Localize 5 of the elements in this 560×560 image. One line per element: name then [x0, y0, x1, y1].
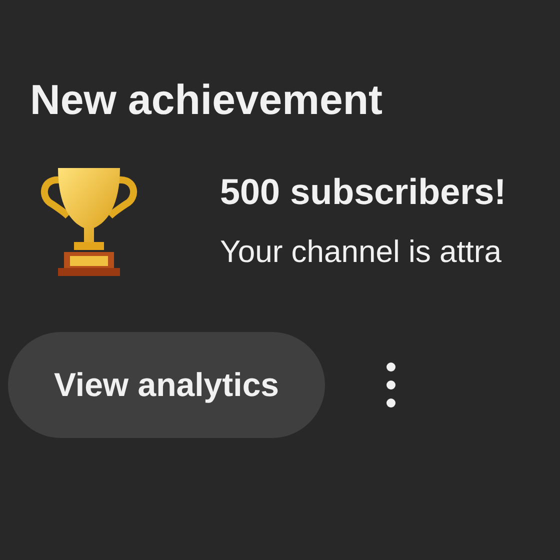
- view-analytics-button[interactable]: View analytics: [8, 332, 326, 438]
- achievement-heading: 500 subscribers!: [220, 170, 506, 214]
- section-title: New achievement: [30, 75, 382, 125]
- achievement-message: Your channel is attra: [220, 233, 502, 271]
- more-options-icon[interactable]: [385, 361, 398, 409]
